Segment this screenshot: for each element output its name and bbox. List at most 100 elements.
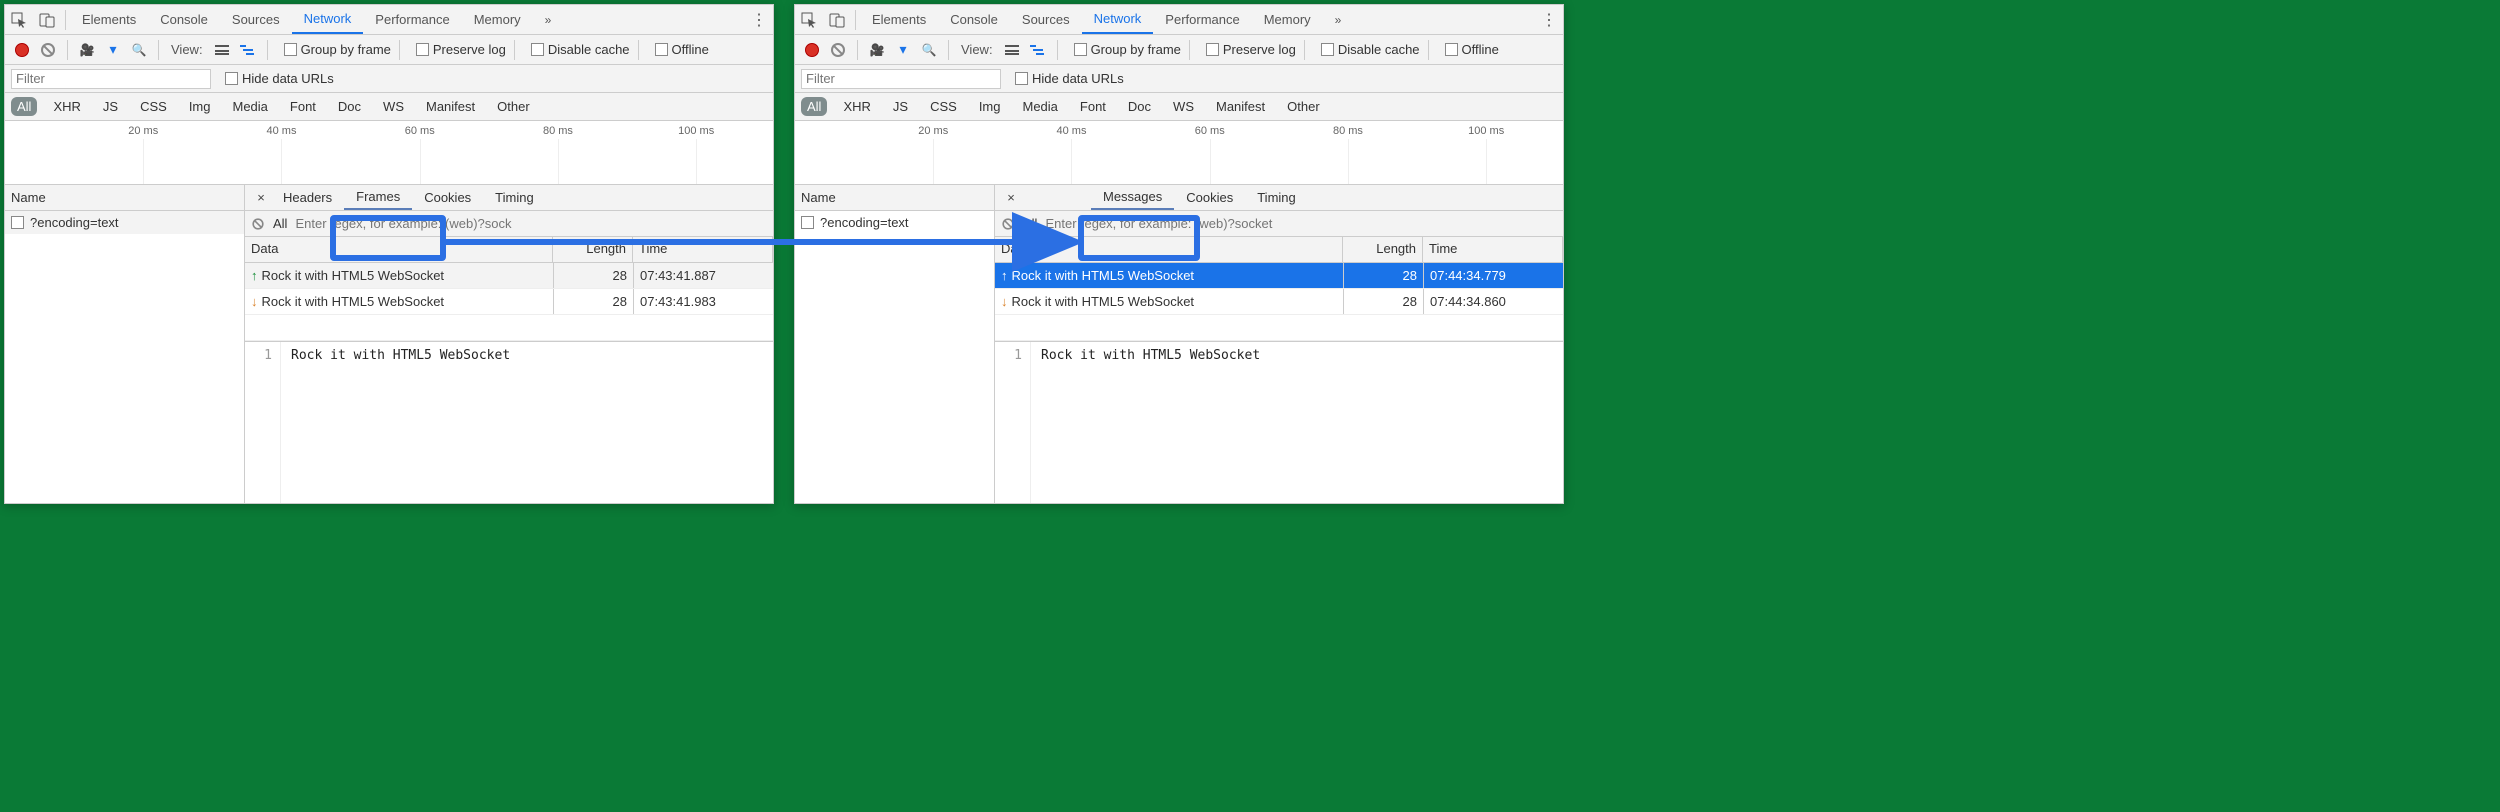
clear-messages-icon[interactable] <box>1002 218 1013 229</box>
device-toggle-icon[interactable] <box>823 6 851 34</box>
clear-frames-icon[interactable] <box>252 218 263 229</box>
detail-tab-messages[interactable]: Messages <box>1091 185 1174 210</box>
type-xhr[interactable]: XHR <box>837 97 876 116</box>
tab-sources[interactable]: Sources <box>1010 5 1082 34</box>
tab-sources[interactable]: Sources <box>220 5 292 34</box>
tab-more[interactable]: » <box>533 5 564 34</box>
name-header[interactable]: Name <box>5 185 244 211</box>
frames-filter-all[interactable]: All <box>273 216 287 231</box>
preserve-log-checkbox[interactable]: Preserve log <box>416 42 506 57</box>
search-icon[interactable] <box>918 43 940 57</box>
waterfall-icon[interactable] <box>237 45 259 55</box>
detail-tab-frames[interactable]: Frames <box>344 185 412 210</box>
kebab-menu-icon[interactable]: ⋮ <box>745 6 773 34</box>
frame-row[interactable]: ↓Rock it with HTML5 WebSocket 28 07:43:4… <box>245 289 773 315</box>
close-detail-icon[interactable]: × <box>1001 190 1021 205</box>
inspect-icon[interactable] <box>5 6 33 34</box>
group-by-frame-checkbox[interactable]: Group by frame <box>1074 42 1181 57</box>
disable-cache-checkbox[interactable]: Disable cache <box>531 42 630 57</box>
col-time[interactable]: Time <box>633 237 773 262</box>
type-media[interactable]: Media <box>226 97 273 116</box>
close-detail-icon[interactable]: × <box>251 190 271 205</box>
frames-regex-input[interactable] <box>295 216 773 231</box>
kebab-menu-icon[interactable]: ⋮ <box>1535 6 1563 34</box>
detail-tab-hidden[interactable] <box>1021 185 1091 210</box>
type-manifest[interactable]: Manifest <box>420 97 481 116</box>
type-other[interactable]: Other <box>1281 97 1326 116</box>
type-ws[interactable]: WS <box>377 97 410 116</box>
type-ws[interactable]: WS <box>1167 97 1200 116</box>
tab-elements[interactable]: Elements <box>860 5 938 34</box>
detail-tab-timing[interactable]: Timing <box>1245 185 1308 210</box>
messages-regex-input[interactable] <box>1045 216 1563 231</box>
type-css[interactable]: CSS <box>134 97 173 116</box>
filter-icon[interactable]: ▾ <box>102 41 124 58</box>
col-time[interactable]: Time <box>1423 237 1563 262</box>
col-data[interactable]: Data <box>245 237 553 262</box>
clear-button[interactable] <box>37 43 59 57</box>
tab-network[interactable]: Network <box>292 5 364 34</box>
search-icon[interactable] <box>128 43 150 57</box>
timeline[interactable]: 20 ms 40 ms 60 ms 80 ms 100 ms <box>5 121 773 185</box>
screenshot-icon[interactable] <box>866 43 888 57</box>
record-button[interactable] <box>11 43 33 57</box>
detail-tab-timing[interactable]: Timing <box>483 185 546 210</box>
preserve-log-checkbox[interactable]: Preserve log <box>1206 42 1296 57</box>
tab-memory[interactable]: Memory <box>462 5 533 34</box>
type-media[interactable]: Media <box>1016 97 1063 116</box>
name-header[interactable]: Name <box>795 185 994 211</box>
tab-elements[interactable]: Elements <box>70 5 148 34</box>
type-doc[interactable]: Doc <box>332 97 367 116</box>
offline-checkbox[interactable]: Offline <box>1445 42 1499 57</box>
filter-input[interactable] <box>801 69 1001 89</box>
detail-tab-cookies[interactable]: Cookies <box>412 185 483 210</box>
type-js[interactable]: JS <box>887 97 914 116</box>
type-doc[interactable]: Doc <box>1122 97 1157 116</box>
type-manifest[interactable]: Manifest <box>1210 97 1271 116</box>
tab-console[interactable]: Console <box>148 5 220 34</box>
detail-tab-headers[interactable]: Headers <box>271 185 344 210</box>
request-checkbox[interactable] <box>11 216 24 229</box>
timeline[interactable]: 20 ms 40 ms 60 ms 80 ms 100 ms <box>795 121 1563 185</box>
disable-cache-checkbox[interactable]: Disable cache <box>1321 42 1420 57</box>
offline-checkbox[interactable]: Offline <box>655 42 709 57</box>
type-img[interactable]: Img <box>973 97 1007 116</box>
tab-memory[interactable]: Memory <box>1252 5 1323 34</box>
col-data[interactable]: Data <box>995 237 1343 262</box>
tab-performance[interactable]: Performance <box>363 5 461 34</box>
type-other[interactable]: Other <box>491 97 536 116</box>
waterfall-icon[interactable] <box>1027 45 1049 55</box>
tab-console[interactable]: Console <box>938 5 1010 34</box>
messages-filter-all[interactable]: All <box>1023 216 1037 231</box>
type-img[interactable]: Img <box>183 97 217 116</box>
type-xhr[interactable]: XHR <box>47 97 86 116</box>
tab-more[interactable]: » <box>1323 5 1354 34</box>
screenshot-icon[interactable] <box>76 43 98 57</box>
large-rows-icon[interactable] <box>211 45 233 55</box>
large-rows-icon[interactable] <box>1001 45 1023 55</box>
hide-data-urls-checkbox[interactable]: Hide data URLs <box>225 71 334 86</box>
filter-input[interactable] <box>11 69 211 89</box>
type-css[interactable]: CSS <box>924 97 963 116</box>
frame-row[interactable]: ↑Rock it with HTML5 WebSocket 28 07:43:4… <box>245 263 773 289</box>
hide-data-urls-checkbox[interactable]: Hide data URLs <box>1015 71 1124 86</box>
device-toggle-icon[interactable] <box>33 6 61 34</box>
tab-performance[interactable]: Performance <box>1153 5 1251 34</box>
inspect-icon[interactable] <box>795 6 823 34</box>
tab-network[interactable]: Network <box>1082 5 1154 34</box>
detail-tab-cookies[interactable]: Cookies <box>1174 185 1245 210</box>
record-button[interactable] <box>801 43 823 57</box>
request-checkbox[interactable] <box>801 216 814 229</box>
message-row[interactable]: ↓Rock it with HTML5 WebSocket 28 07:44:3… <box>995 289 1563 315</box>
type-all[interactable]: All <box>11 97 37 116</box>
type-font[interactable]: Font <box>1074 97 1112 116</box>
clear-button[interactable] <box>827 43 849 57</box>
filter-icon[interactable]: ▾ <box>892 41 914 58</box>
message-row[interactable]: ↑Rock it with HTML5 WebSocket 28 07:44:3… <box>995 263 1563 289</box>
type-all[interactable]: All <box>801 97 827 116</box>
request-item[interactable]: ?encoding=text <box>5 211 244 234</box>
type-font[interactable]: Font <box>284 97 322 116</box>
col-length[interactable]: Length <box>1343 237 1423 262</box>
group-by-frame-checkbox[interactable]: Group by frame <box>284 42 391 57</box>
type-js[interactable]: JS <box>97 97 124 116</box>
